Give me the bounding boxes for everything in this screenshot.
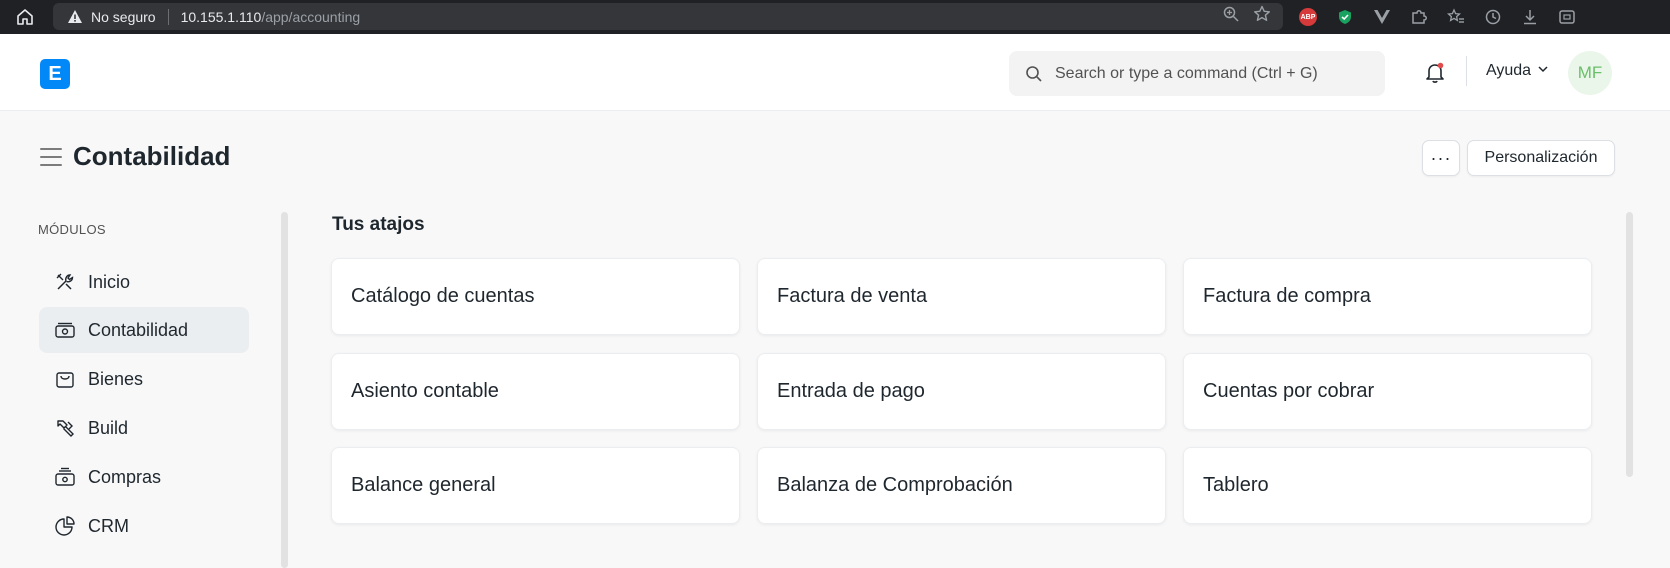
main-scrollbar[interactable] <box>1626 212 1633 477</box>
shortcut-card[interactable]: Balance general <box>331 447 740 524</box>
app-logo[interactable]: E <box>40 59 70 89</box>
shortcut-card[interactable]: Tablero <box>1183 447 1592 524</box>
navbar-divider <box>1466 56 1467 86</box>
browser-toolbar: No seguro 10.155.1.110 /app/accounting A… <box>0 0 1670 34</box>
app-navbar: E Search or type a command (Ctrl + G) Ay… <box>0 34 1670 111</box>
warning-icon[interactable] <box>67 9 83 25</box>
sidebar-item-inicio[interactable]: Inicio <box>39 259 249 305</box>
screenshot-icon[interactable] <box>1555 5 1579 29</box>
more-options-button[interactable]: ··· <box>1422 140 1460 176</box>
sidebar-item-label: Inicio <box>88 271 131 292</box>
shortcut-card[interactable]: Entrada de pago <box>757 353 1166 430</box>
shortcut-label: Entrada de pago <box>777 380 925 402</box>
sidebar-scrollbar[interactable] <box>281 212 288 568</box>
shortcut-card[interactable]: Balanza de Comprobación <box>757 447 1166 524</box>
sidebar-item-label: Build <box>88 417 129 438</box>
shortcut-label: Balance general <box>351 474 496 496</box>
abp-icon[interactable]: ABP <box>1296 5 1320 29</box>
hammer-icon <box>54 417 76 439</box>
zoom-icon[interactable] <box>1223 6 1239 27</box>
customize-button[interactable]: Personalización <box>1467 140 1615 176</box>
page-title: Contabilidad <box>73 141 231 171</box>
accounting-icon <box>54 319 76 341</box>
shortcut-label: Balanza de Comprobación <box>777 474 1013 496</box>
home-icon[interactable] <box>12 4 38 30</box>
url-path: /app/accounting <box>261 8 361 25</box>
purchase-icon <box>54 466 76 488</box>
shortcut-label: Catálogo de cuentas <box>351 285 535 307</box>
sidebar-item-build[interactable]: Build <box>39 405 249 451</box>
shortcut-card[interactable]: Catálogo de cuentas <box>331 258 740 335</box>
sidebar-item-label: Contabilidad <box>88 319 189 340</box>
tools-icon <box>54 271 76 293</box>
notification-bell-icon[interactable] <box>1422 60 1448 86</box>
bookmarks-icon[interactable] <box>1444 5 1468 29</box>
security-label[interactable]: No seguro <box>91 9 156 25</box>
shortcut-label: Asiento contable <box>351 380 499 402</box>
bag-icon <box>54 368 76 390</box>
shortcut-card[interactable]: Factura de compra <box>1183 258 1592 335</box>
bookmark-star-icon[interactable] <box>1253 5 1271 28</box>
omnibox-separator <box>167 8 169 25</box>
help-dropdown[interactable]: Ayuda <box>1486 62 1549 80</box>
sidebar-heading: MÓDULOS <box>38 222 106 237</box>
sidebar-item-crm[interactable]: CRM <box>39 503 249 549</box>
shortcut-label: Cuentas por cobrar <box>1203 380 1375 402</box>
sidebar-item-compras[interactable]: Compras <box>39 454 249 500</box>
shield-extension-icon[interactable] <box>1333 5 1357 29</box>
section-title: Tus atajos <box>332 214 425 235</box>
download-icon[interactable] <box>1518 5 1542 29</box>
shortcut-card[interactable]: Asiento contable <box>331 353 740 430</box>
url-host: 10.155.1.110 <box>180 8 262 25</box>
sidebar-toggle-icon[interactable] <box>40 148 62 166</box>
shortcut-label: Factura de compra <box>1203 285 1371 307</box>
crm-chart-icon <box>54 515 76 537</box>
shortcut-card[interactable]: Cuentas por cobrar <box>1183 353 1592 430</box>
history-icon[interactable] <box>1481 5 1505 29</box>
sidebar-item-bienes[interactable]: Bienes <box>39 356 249 402</box>
search-placeholder: Search or type a command (Ctrl + G) <box>1055 64 1318 82</box>
help-label: Ayuda <box>1486 62 1532 79</box>
chevron-down-icon <box>1537 62 1549 80</box>
sidebar-item-label: Compras <box>88 466 162 487</box>
vuejs-icon[interactable] <box>1370 5 1394 29</box>
puzzle-icon[interactable] <box>1407 5 1431 29</box>
sidebar-item-label: Bienes <box>88 368 144 389</box>
address-bar[interactable]: No seguro 10.155.1.110 /app/accounting <box>53 3 1283 30</box>
shortcut-label: Factura de venta <box>777 285 928 307</box>
avatar[interactable]: MF <box>1568 51 1612 95</box>
search-bar[interactable]: Search or type a command (Ctrl + G) <box>1009 51 1385 96</box>
shortcut-label: Tablero <box>1203 474 1269 496</box>
abp-label: ABP <box>1299 8 1317 26</box>
sidebar-item-contabilidad[interactable]: Contabilidad <box>39 307 249 353</box>
sidebar-item-label: CRM <box>88 515 129 536</box>
search-icon <box>1025 65 1043 83</box>
shortcut-card[interactable]: Factura de venta <box>757 258 1166 335</box>
